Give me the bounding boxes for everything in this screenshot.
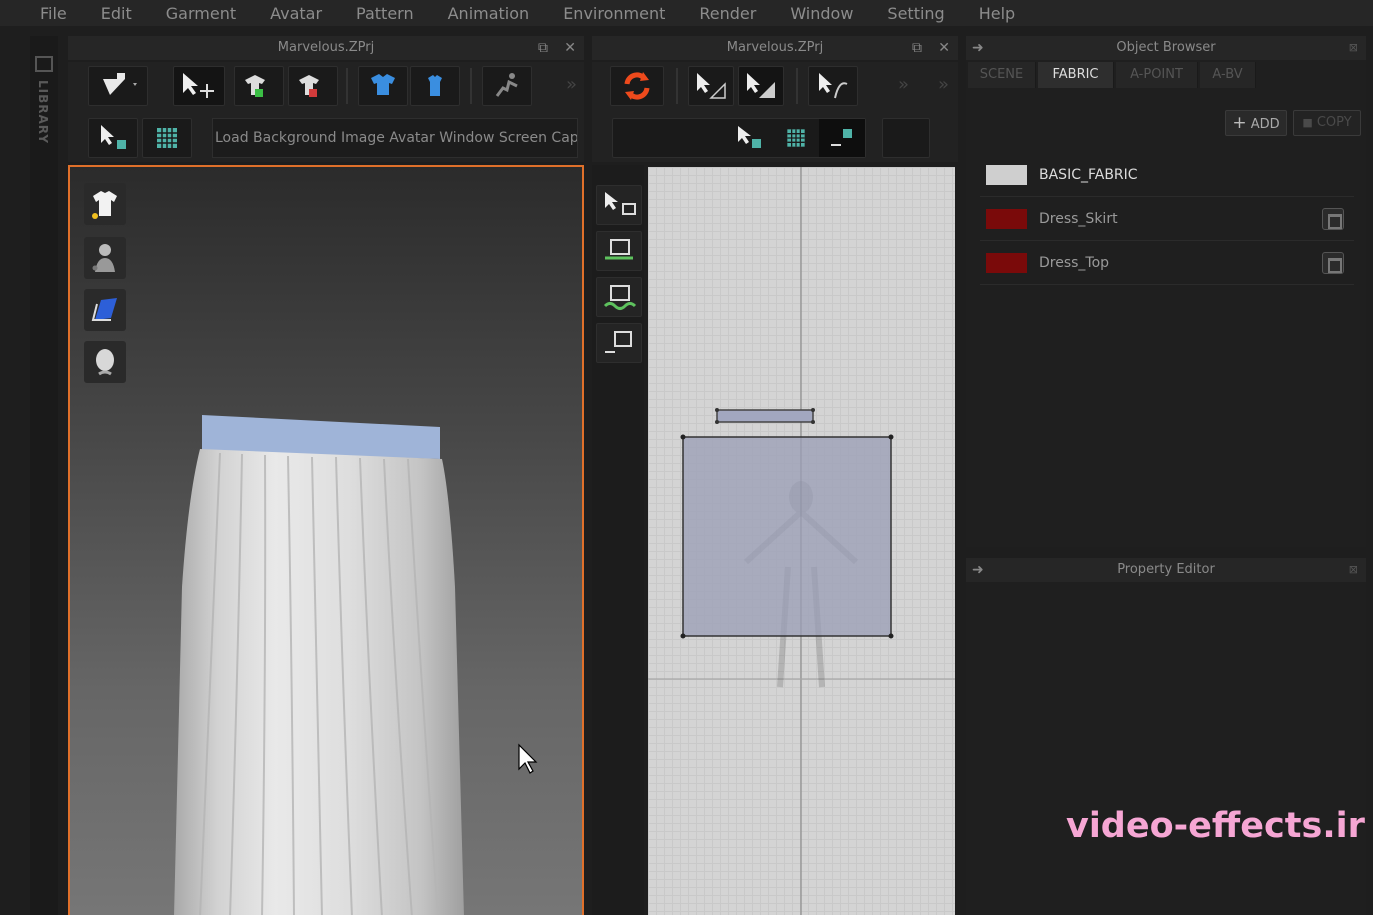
3d-window-title: Marvelous.ZPrj (277, 40, 375, 55)
menu-pattern[interactable]: Pattern (339, 4, 431, 23)
panel-close-icon[interactable]: ⊠ (1349, 36, 1358, 60)
2d-window-title: Marvelous.ZPrj (726, 40, 824, 55)
toolbar-more-icon[interactable]: » (566, 74, 577, 95)
copy-fabric-button[interactable]: ■ COPY (1293, 110, 1361, 136)
fold-arrange-tool[interactable] (234, 66, 284, 106)
toolbar-more-icon[interactable]: » (898, 74, 909, 95)
toolbar-separator (796, 68, 798, 104)
watermark-text: video-effects.ir (1066, 806, 1365, 846)
select-mesh-2d-tool[interactable] (727, 119, 773, 157)
2d-window-titlebar: Marvelous.ZPrj ⧉ ✕ (592, 36, 958, 60)
menu-animation[interactable]: Animation (431, 4, 547, 23)
menu-bar: File Edit Garment Avatar Pattern Animati… (0, 0, 1373, 26)
library-label: LIBRARY (36, 80, 50, 145)
toolbar-separator (470, 68, 472, 104)
close-icon[interactable]: ✕ (938, 36, 950, 60)
transform-pattern-tool[interactable] (738, 66, 784, 106)
object-browser-title: Object Browser (1116, 40, 1216, 55)
texture-2d-tool[interactable] (773, 119, 819, 157)
property-editor-panel (966, 582, 1366, 915)
property-editor-title: Property Editor (1117, 562, 1215, 577)
close-icon[interactable]: ✕ (564, 36, 576, 60)
library-panel[interactable]: LIBRARY (30, 36, 58, 915)
delete-fabric-icon[interactable] (1322, 251, 1344, 274)
segment-sewing-tool[interactable] (596, 231, 642, 271)
3d-viewport[interactable] (68, 165, 584, 915)
simulation-toggle-button[interactable] (610, 66, 664, 106)
2d-texture-toolgroup (612, 118, 866, 158)
fabric-swatch[interactable] (986, 252, 1027, 273)
load-background-capture-button[interactable]: Load Background Image Avatar Window Scre… (212, 118, 578, 158)
edit-texture-2d-tool[interactable] (819, 119, 865, 157)
popout-icon[interactable]: ⧉ (538, 36, 548, 60)
copy-icon: ■ (1302, 116, 1313, 129)
fabric-name: Dress_Skirt (1039, 210, 1118, 227)
animation-tool[interactable] (482, 66, 532, 106)
tab-fabric[interactable]: FABRIC (1038, 62, 1114, 88)
edit-curvature-tool[interactable] (808, 66, 858, 106)
delete-fabric-icon[interactable] (1322, 207, 1344, 230)
fabric-row-dress-top[interactable]: Dress_Top (980, 241, 1354, 285)
texture-tool[interactable] (142, 118, 192, 158)
edit-pattern-tool[interactable] (688, 66, 734, 106)
fabric-row-basic[interactable]: BASIC_FABRIC (980, 153, 1354, 197)
skirt-pattern-piece[interactable] (682, 436, 892, 637)
free-sewing-tool[interactable] (596, 277, 642, 317)
menu-file[interactable]: File (0, 4, 84, 23)
2d-sewing-tools (592, 165, 644, 915)
fabric-swatch[interactable] (986, 164, 1027, 185)
toolbar-separator (676, 68, 678, 104)
empty-tool-slot[interactable] (882, 118, 930, 158)
popout-icon[interactable]: ⧉ (912, 36, 922, 60)
toolbar-separator (346, 68, 348, 104)
show-garment-tool[interactable] (358, 66, 408, 106)
menu-help[interactable]: Help (962, 4, 1032, 23)
show-avatar-garment-tool[interactable] (410, 66, 460, 106)
fabric-swatch[interactable] (986, 208, 1027, 229)
tack-tool[interactable] (596, 323, 642, 363)
select-move-tool[interactable] (173, 66, 225, 106)
fabric-name: BASIC_FABRIC (1039, 166, 1138, 183)
fabric-name: Dress_Top (1039, 254, 1110, 271)
simulate-dropdown-button[interactable] (88, 66, 148, 106)
3d-window-titlebar: Marvelous.ZPrj ⧉ ✕ (68, 36, 584, 60)
waistband-pattern-piece[interactable] (716, 409, 814, 423)
select-mesh-tool[interactable] (88, 118, 138, 158)
refresh-icon (624, 72, 650, 100)
object-browser-panel: SCENE FABRIC A-POINT A-BV + ADD ■ COPY B… (966, 60, 1366, 547)
object-browser-titlebar: ➜ Object Browser ⊠ (966, 36, 1366, 60)
menu-avatar[interactable]: Avatar (253, 4, 339, 23)
skirt-3d-model[interactable] (70, 167, 582, 915)
select-sewing-tool[interactable] (596, 185, 642, 225)
pin-arrow-icon[interactable]: ➜ (972, 36, 984, 60)
panel-close-icon[interactable]: ⊠ (1349, 558, 1358, 582)
2d-pattern-window[interactable] (648, 167, 955, 915)
tab-a-bv[interactable]: A-BV (1200, 62, 1256, 88)
property-editor-titlebar: ➜ Property Editor ⊠ (966, 558, 1366, 582)
fabric-row-dress-skirt[interactable]: Dress_Skirt (980, 197, 1354, 241)
menu-environment[interactable]: Environment (546, 4, 682, 23)
plus-icon: + (1232, 113, 1247, 133)
tab-scene[interactable]: SCENE (968, 62, 1036, 88)
menu-setting[interactable]: Setting (870, 4, 961, 23)
menu-window[interactable]: Window (773, 4, 870, 23)
menu-garment[interactable]: Garment (149, 4, 253, 23)
unfold-tool[interactable] (288, 66, 338, 106)
tab-a-point[interactable]: A-POINT (1116, 62, 1198, 88)
library-image-icon (35, 56, 53, 72)
toolbar-more-icon-2[interactable]: » (938, 74, 949, 95)
menu-edit[interactable]: Edit (84, 4, 149, 23)
add-fabric-button[interactable]: + ADD (1225, 110, 1287, 136)
mouse-cursor (518, 743, 538, 774)
menu-render[interactable]: Render (682, 4, 773, 23)
pin-arrow-icon[interactable]: ➜ (972, 558, 984, 582)
2d-toolbar: » » (592, 62, 958, 162)
